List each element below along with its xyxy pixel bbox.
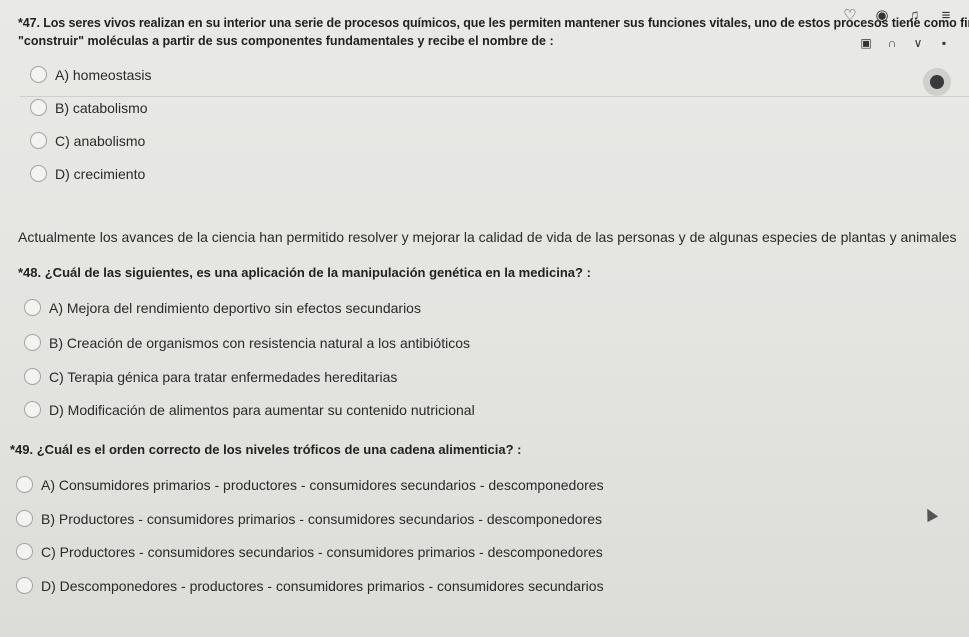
question-48-text: *48. ¿Cuál de las siguientes, es una apl… [18, 265, 591, 280]
radio-button[interactable] [24, 368, 41, 385]
bookmark-icon[interactable]: ∩ [885, 36, 899, 50]
radio-button[interactable] [24, 401, 41, 418]
avatar-button[interactable] [923, 68, 951, 96]
question-49-text: *49. ¿Cuál es el orden correcto de los n… [10, 442, 522, 457]
q48-option-b[interactable]: B) Creación de organismos con resistenci… [24, 334, 470, 351]
q49-option-b[interactable]: B) Productores - consumidores primarios … [16, 510, 602, 527]
option-label: D) Modificación de alimentos para aument… [49, 401, 475, 418]
mouse-cursor-icon [921, 505, 939, 523]
secondary-toolbar: ▣ ∩ ∨ ▪ [859, 36, 951, 50]
avatar-icon [930, 75, 944, 89]
q48-option-c[interactable]: C) Terapia génica para tratar enfermedad… [24, 368, 397, 385]
radio-button[interactable] [24, 299, 41, 316]
context-paragraph: Actualmente los avances de la ciencia ha… [18, 229, 957, 245]
option-label: D) crecimiento [55, 165, 146, 182]
radio-button[interactable] [24, 334, 41, 351]
q49-option-a[interactable]: A) Consumidores primarios - productores … [16, 476, 604, 493]
option-label: C) Terapia génica para tratar enfermedad… [49, 368, 398, 385]
radio-button[interactable] [30, 165, 47, 182]
q49-option-c[interactable]: C) Productores - consumidores secundario… [16, 543, 603, 560]
option-label: C) Productores - consumidores secundario… [41, 543, 603, 560]
sidebar-icon[interactable]: ▣ [859, 36, 873, 50]
q47-option-d[interactable]: D) crecimiento [30, 165, 145, 182]
square-icon[interactable]: ▪ [937, 36, 951, 50]
question-47-line-1: *47. Los seres vivos realizan en su inte… [18, 16, 969, 30]
q48-option-d[interactable]: D) Modificación de alimentos para aument… [24, 401, 475, 418]
divider [20, 96, 969, 97]
option-label: A) homeostasis [55, 66, 152, 83]
q47-option-a[interactable]: A) homeostasis [30, 66, 151, 83]
radio-button[interactable] [16, 476, 33, 493]
option-label: A) Mejora del rendimiento deportivo sin … [49, 299, 421, 316]
q48-option-a[interactable]: A) Mejora del rendimiento deportivo sin … [24, 299, 421, 316]
option-label: A) Consumidores primarios - productores … [41, 476, 604, 493]
radio-button[interactable] [30, 132, 47, 149]
option-label: D) Descomponedores - productores - consu… [41, 577, 604, 594]
radio-button[interactable] [16, 577, 33, 594]
option-label: C) anabolismo [55, 132, 146, 149]
radio-button[interactable] [30, 99, 47, 116]
q47-option-c[interactable]: C) anabolismo [30, 132, 145, 149]
radio-button[interactable] [16, 510, 33, 527]
chevron-down-icon[interactable]: ∨ [911, 36, 925, 50]
q49-option-d[interactable]: D) Descomponedores - productores - consu… [16, 577, 604, 594]
radio-button[interactable] [30, 66, 47, 83]
question-47-line-2: "construir" moléculas a partir de sus co… [18, 34, 554, 48]
option-label: B) catabolismo [55, 99, 148, 116]
q47-option-b[interactable]: B) catabolismo [30, 99, 148, 116]
option-label: B) Creación de organismos con resistenci… [49, 334, 470, 351]
radio-button[interactable] [16, 543, 33, 560]
option-label: B) Productores - consumidores primarios … [41, 510, 603, 527]
